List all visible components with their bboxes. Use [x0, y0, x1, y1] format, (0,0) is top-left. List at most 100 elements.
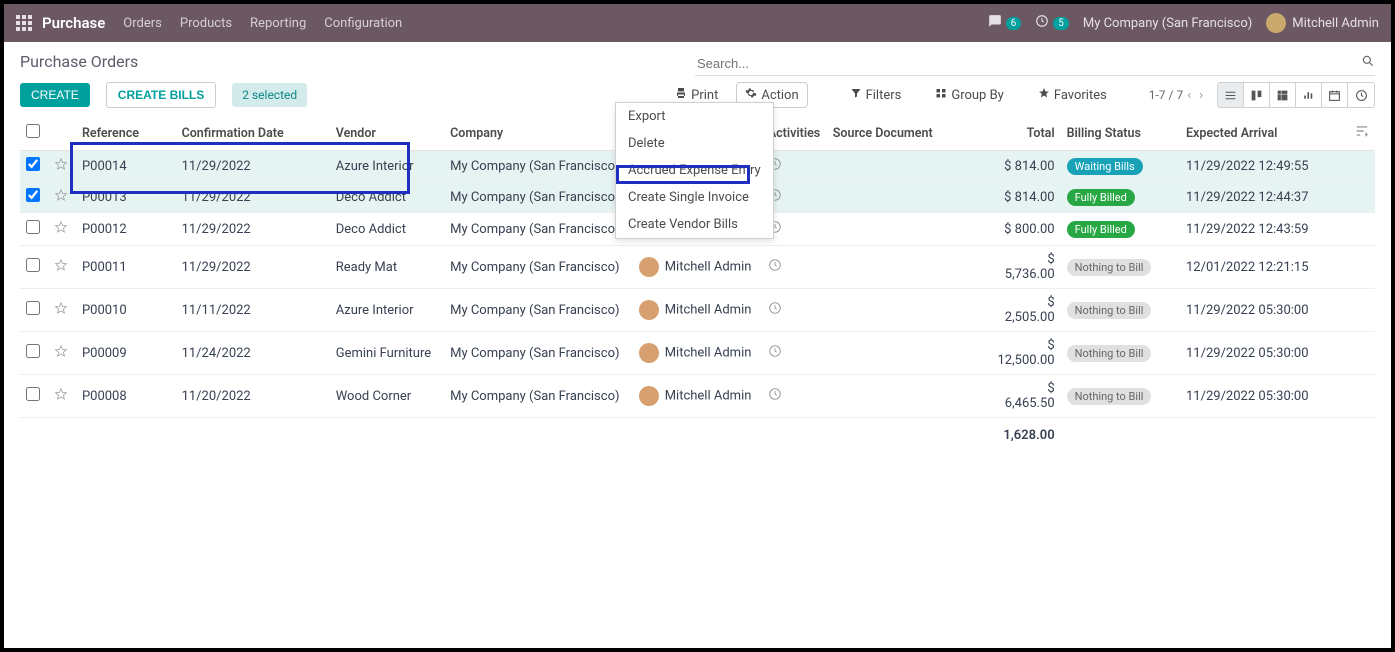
- table-row[interactable]: P00010 11/11/2022 Azure Interior My Comp…: [20, 289, 1375, 332]
- billing-status-badge: Waiting Bills: [1067, 158, 1143, 175]
- cell-vendor: Wood Corner: [330, 375, 444, 418]
- chat-button[interactable]: 6: [988, 14, 1022, 32]
- row-checkbox[interactable]: [26, 258, 40, 272]
- nav-orders[interactable]: Orders: [123, 16, 162, 31]
- star-icon: [1038, 87, 1050, 103]
- cell-vendor: Ready Mat: [330, 246, 444, 289]
- create-bills-button[interactable]: CREATE BILLS: [106, 82, 216, 108]
- create-button[interactable]: CREATE: [20, 83, 90, 107]
- view-calendar[interactable]: [1322, 83, 1348, 107]
- cell-source: [827, 289, 991, 332]
- activity-clock-icon[interactable]: [768, 261, 782, 276]
- favorite-star-icon[interactable]: [54, 390, 68, 405]
- nav-products[interactable]: Products: [180, 16, 232, 31]
- pager-prev[interactable]: ‹: [1183, 86, 1195, 105]
- cell-date: 11/11/2022: [176, 289, 330, 332]
- cell-arrival: 12/01/2022 12:21:15: [1180, 246, 1349, 289]
- activity-count: 5: [1053, 17, 1069, 30]
- cell-source: [827, 332, 991, 375]
- cell-reference: P00009: [76, 332, 176, 375]
- select-all-checkbox[interactable]: [26, 124, 40, 138]
- cell-representative: Mitchell Admin: [633, 289, 762, 332]
- favorite-star-icon[interactable]: [54, 347, 68, 362]
- cell-reference: P00010: [76, 289, 176, 332]
- favorite-star-icon[interactable]: [54, 223, 68, 238]
- cell-source: [827, 213, 991, 246]
- table-row[interactable]: P00009 11/24/2022 Gemini Furniture My Co…: [20, 332, 1375, 375]
- user-menu[interactable]: Mitchell Admin: [1266, 13, 1379, 33]
- action-create-vendor-bills[interactable]: Create Vendor Bills: [616, 211, 773, 238]
- optional-columns-button[interactable]: [1349, 116, 1375, 151]
- cell-company: My Company (San Francisco): [444, 182, 633, 213]
- header-vendor[interactable]: Vendor: [330, 116, 444, 151]
- action-create-single-invoice[interactable]: Create Single Invoice: [616, 184, 773, 211]
- activity-clock-icon[interactable]: [768, 304, 782, 319]
- cell-arrival: 11/29/2022 12:49:55: [1180, 151, 1349, 182]
- favorite-star-icon[interactable]: [54, 304, 68, 319]
- row-checkbox[interactable]: [26, 387, 40, 401]
- view-activity[interactable]: [1348, 83, 1374, 107]
- filters-button[interactable]: Filters: [842, 83, 910, 107]
- clock-icon: [1035, 14, 1049, 32]
- header-total[interactable]: Total: [991, 116, 1061, 151]
- row-checkbox[interactable]: [26, 188, 40, 202]
- search-input[interactable]: [695, 52, 1375, 76]
- header-reference[interactable]: Reference: [76, 116, 176, 151]
- action-export[interactable]: Export: [616, 103, 773, 130]
- view-list[interactable]: [1218, 83, 1244, 107]
- pager-range[interactable]: 1-7 / 7: [1149, 88, 1183, 102]
- favorite-star-icon[interactable]: [54, 160, 68, 175]
- cell-arrival: 11/29/2022 12:43:59: [1180, 213, 1349, 246]
- cell-company: My Company (San Francisco): [444, 289, 633, 332]
- search-icon[interactable]: [1361, 54, 1375, 72]
- cell-total: $ 814.00: [991, 151, 1061, 182]
- billing-status-badge: Nothing to Bill: [1067, 345, 1152, 362]
- groupby-button[interactable]: Group By: [927, 83, 1012, 107]
- favorite-star-icon[interactable]: [54, 191, 68, 206]
- cell-company: My Company (San Francisco): [444, 151, 633, 182]
- cell-source: [827, 182, 991, 213]
- view-pivot[interactable]: [1270, 83, 1296, 107]
- header-source[interactable]: Source Document: [827, 116, 991, 151]
- activity-clock-icon[interactable]: [768, 390, 782, 405]
- header-arrival[interactable]: Expected Arrival: [1180, 116, 1349, 151]
- cell-representative: Mitchell Admin: [633, 375, 762, 418]
- print-icon: [675, 87, 687, 103]
- header-company[interactable]: Company: [444, 116, 633, 151]
- pager-next[interactable]: ›: [1195, 86, 1207, 105]
- cell-representative: Mitchell Admin: [633, 246, 762, 289]
- view-graph[interactable]: [1296, 83, 1322, 107]
- row-checkbox[interactable]: [26, 220, 40, 234]
- cell-arrival: 11/29/2022 12:44:37: [1180, 182, 1349, 213]
- row-checkbox[interactable]: [26, 157, 40, 171]
- nav-reporting[interactable]: Reporting: [250, 16, 306, 31]
- page-title: Purchase Orders: [20, 52, 695, 71]
- rep-avatar-icon: [639, 257, 659, 277]
- action-accrued-expense[interactable]: Accrued Expense Entry: [616, 157, 773, 184]
- row-checkbox[interactable]: [26, 301, 40, 315]
- row-checkbox[interactable]: [26, 344, 40, 358]
- cell-source: [827, 151, 991, 182]
- table-row[interactable]: P00011 11/29/2022 Ready Mat My Company (…: [20, 246, 1375, 289]
- rep-avatar-icon: [639, 386, 659, 406]
- header-billing[interactable]: Billing Status: [1061, 116, 1180, 151]
- app-brand[interactable]: Purchase: [42, 14, 105, 32]
- gear-icon: [745, 87, 757, 103]
- activity-clock-icon[interactable]: [768, 347, 782, 362]
- view-kanban[interactable]: [1244, 83, 1270, 107]
- nav-configuration[interactable]: Configuration: [324, 16, 402, 31]
- company-switcher[interactable]: My Company (San Francisco): [1083, 16, 1252, 31]
- table-row[interactable]: P00008 11/20/2022 Wood Corner My Company…: [20, 375, 1375, 418]
- cell-date: 11/20/2022: [176, 375, 330, 418]
- cell-vendor: Gemini Furniture: [330, 332, 444, 375]
- activity-button[interactable]: 5: [1035, 14, 1069, 32]
- selected-count[interactable]: 2 selected: [232, 83, 307, 107]
- favorite-star-icon[interactable]: [54, 261, 68, 276]
- cell-vendor: Deco Addict: [330, 182, 444, 213]
- header-confirm-date[interactable]: Confirmation Date: [176, 116, 330, 151]
- action-delete[interactable]: Delete: [616, 130, 773, 157]
- cell-company: My Company (San Francisco): [444, 246, 633, 289]
- favorites-button[interactable]: Favorites: [1030, 83, 1115, 107]
- cell-vendor: Deco Addict: [330, 213, 444, 246]
- apps-icon[interactable]: [16, 15, 32, 31]
